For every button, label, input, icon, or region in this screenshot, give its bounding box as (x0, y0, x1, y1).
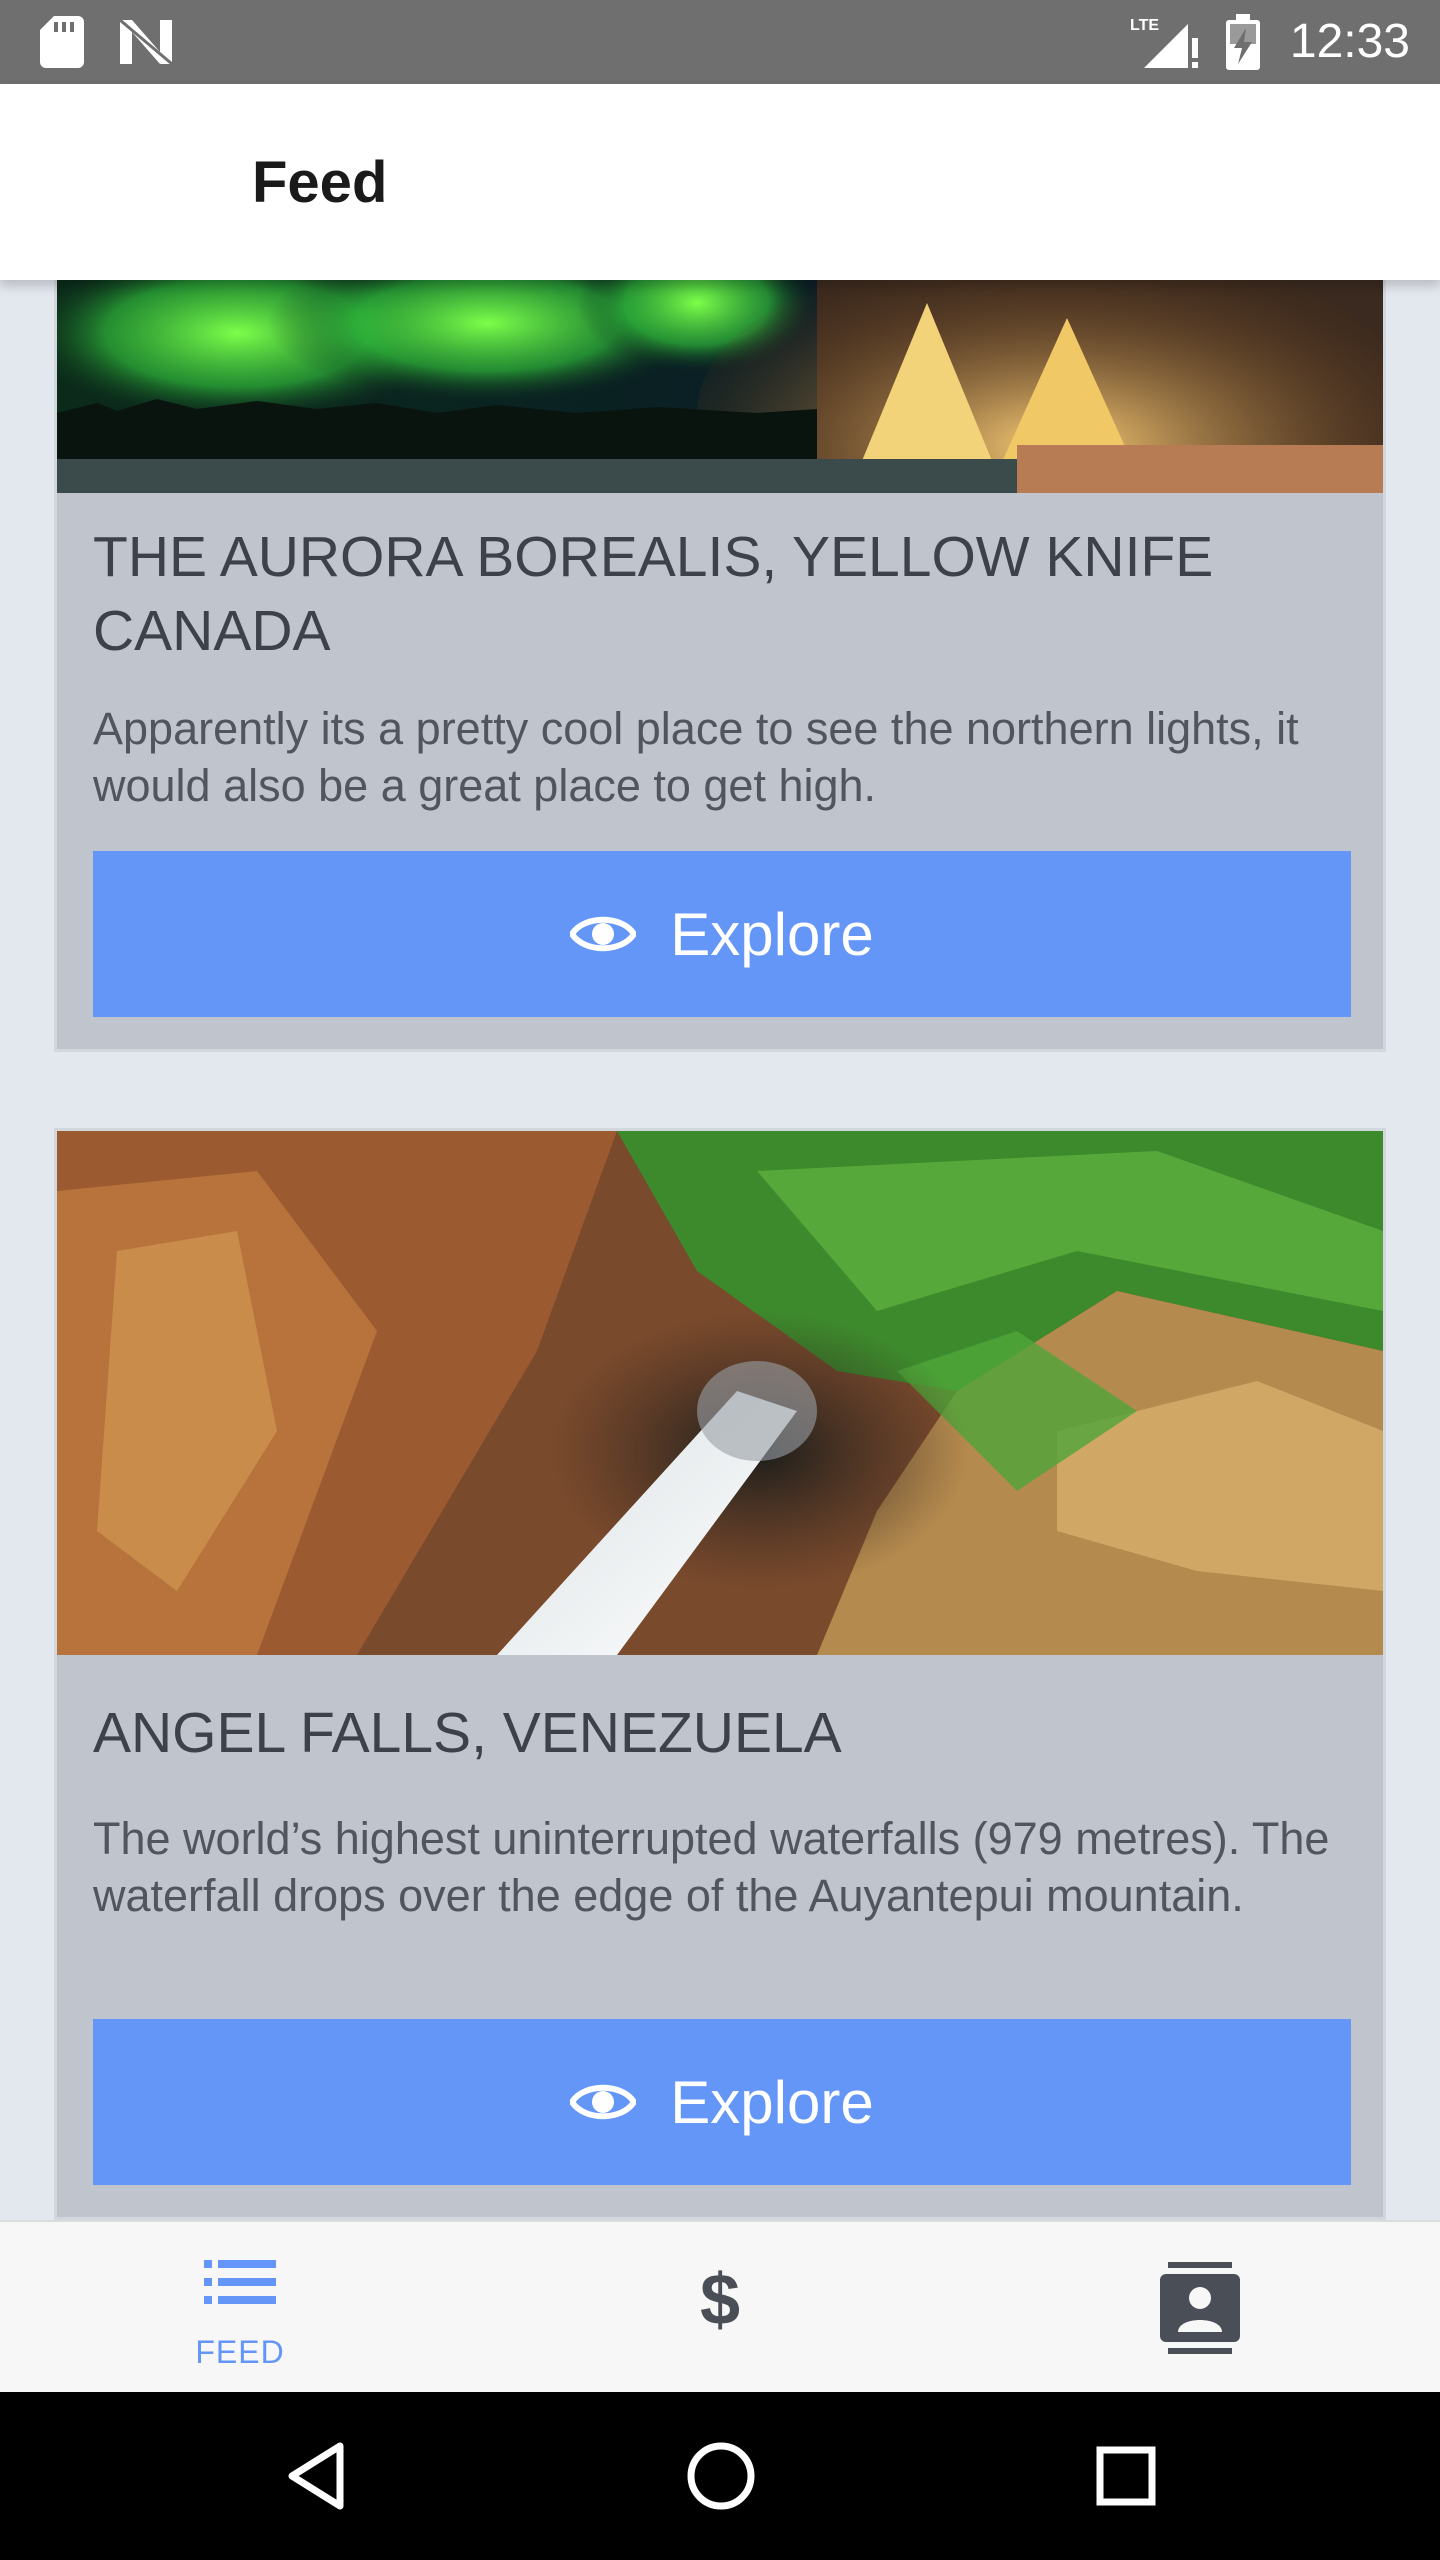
sd-card-icon (40, 16, 84, 68)
nav-item-feed[interactable]: FEED (0, 2222, 480, 2394)
contact-card-icon (1160, 2262, 1240, 2354)
card-description: Apparently its a pretty cool place to se… (93, 703, 1299, 811)
nav-item-label: FEED (195, 2334, 285, 2370)
eye-icon (570, 2084, 637, 2120)
feed-card: ANGEL FALLS, VENEZUELA The world’s highe… (54, 1128, 1386, 2220)
status-bar: LTE 12:33 (0, 0, 1440, 84)
screen: LTE 12:33 Feed THE AURORA BOREALIS, YELL… (0, 0, 1440, 2560)
feed-card: THE AURORA BOREALIS, YELLOW KNIFE CANADA… (54, 280, 1386, 1052)
explore-button-label: Explore (670, 900, 874, 968)
lte-signal-icon: LTE (1130, 17, 1198, 68)
app-bar: Feed (0, 84, 1440, 280)
lte-label: LTE (1130, 17, 1159, 34)
nav-item-profile[interactable] (960, 2222, 1440, 2394)
list-icon (204, 2260, 276, 2304)
explore-button[interactable]: Explore (93, 2019, 1351, 2185)
home-icon[interactable] (686, 2441, 756, 2511)
nav-item-payments[interactable]: $ (480, 2222, 960, 2394)
aurora-teepee-image (57, 280, 1383, 493)
clock: 12:33 (1289, 15, 1410, 68)
card-title: THE AURORA BOREALIS, YELLOW KNIFE CANADA (93, 525, 1214, 663)
eye-icon (570, 916, 637, 952)
bottom-navigation: FEED $ (0, 2220, 1440, 2392)
recents-icon[interactable] (1096, 2446, 1156, 2506)
card-description: The world’s highest uninterrupted waterf… (93, 1813, 1330, 1921)
back-icon[interactable] (286, 2442, 346, 2510)
dollar-icon: $ (700, 2264, 740, 2336)
explore-button[interactable]: Explore (93, 851, 1351, 1017)
page-title: Feed (252, 150, 388, 215)
card-title: ANGEL FALLS, VENEZUELA (93, 1701, 842, 1765)
feed-list[interactable]: THE AURORA BOREALIS, YELLOW KNIFE CANADA… (0, 280, 1440, 2220)
system-navigation-bar (0, 2392, 1440, 2560)
explore-button-label: Explore (670, 2068, 874, 2136)
battery-charging-icon (1226, 14, 1260, 70)
n-notification-icon (119, 18, 173, 66)
angel-falls-image (57, 1131, 1383, 1655)
svg-text:$: $ (700, 2264, 740, 2336)
